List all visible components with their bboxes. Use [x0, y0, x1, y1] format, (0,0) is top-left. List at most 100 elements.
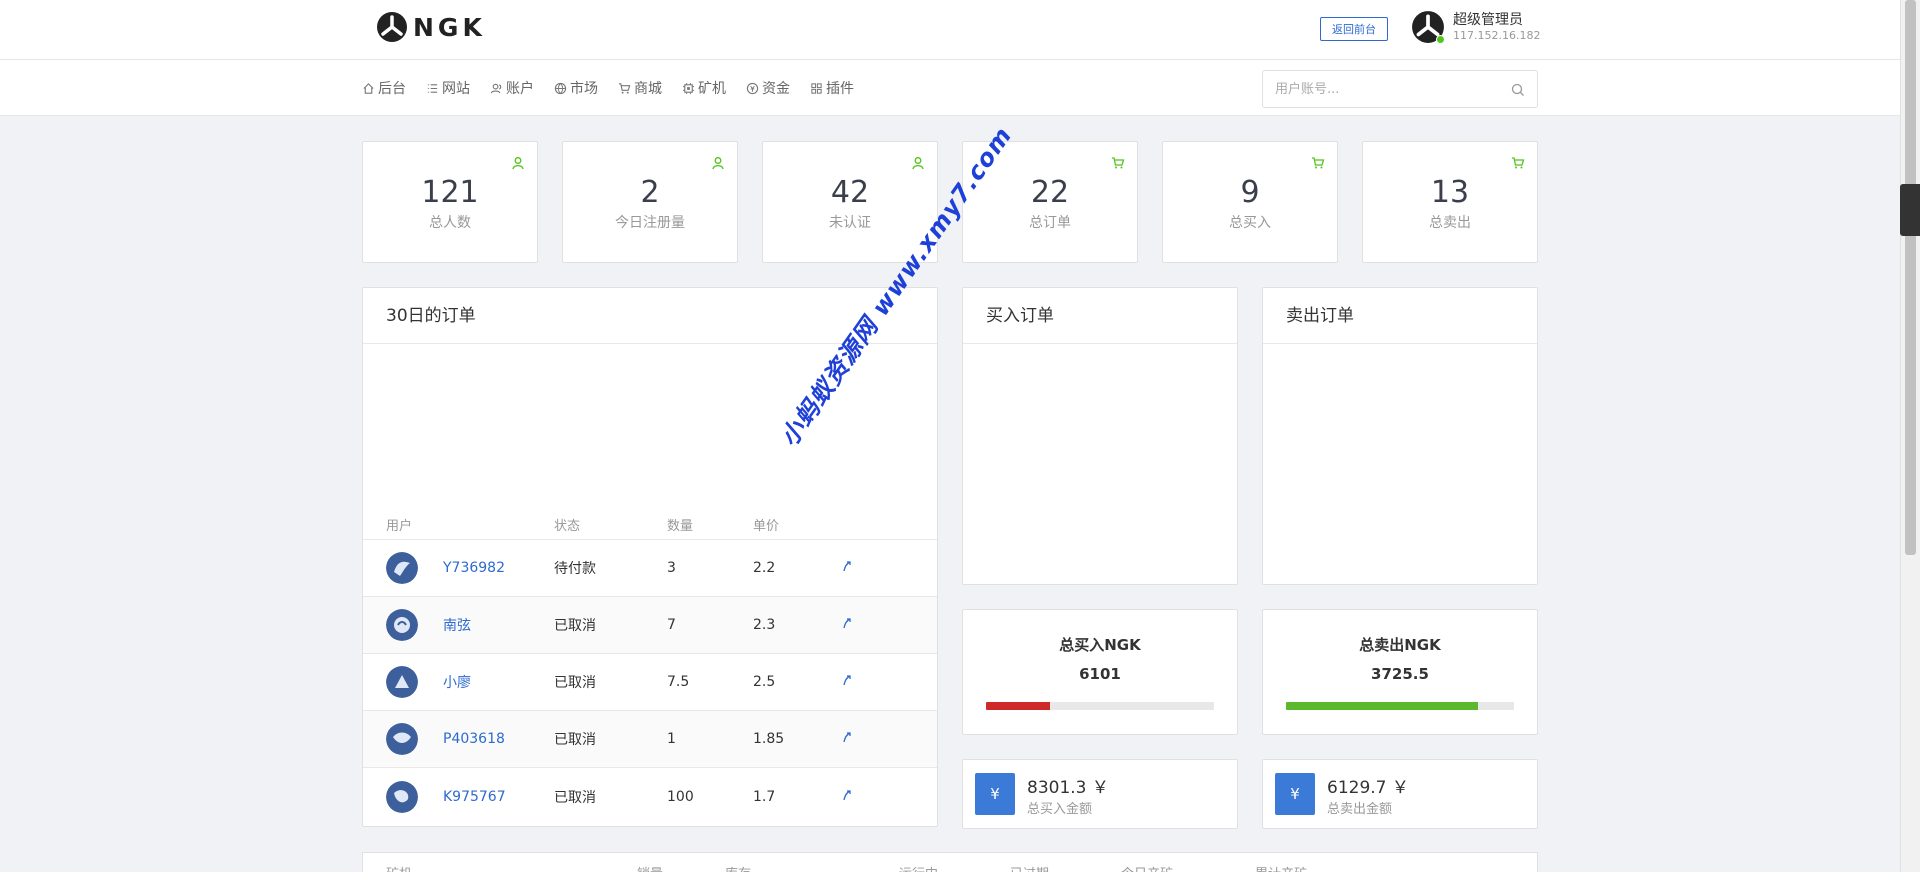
total-buy-ngk-box: 总买入NGK 6101 [962, 609, 1238, 735]
row-price: 2.5 [753, 674, 776, 690]
stat-label: 总人数 [429, 215, 471, 231]
total-buy-amount-box: ¥ 8301.3 ￥ 总买入金额 [962, 759, 1238, 829]
cart-icon [1512, 157, 1525, 169]
row-user-link[interactable]: P403618 [443, 731, 505, 747]
open-arrow-icon[interactable] [840, 673, 854, 687]
nav-label: 插件 [826, 81, 854, 97]
column-header: 已过期 [1010, 863, 1049, 872]
back-to-frontend-button[interactable]: 返回前台 [1320, 17, 1388, 41]
table-row: 小廖 已取消 7.5 2.5 [363, 654, 937, 711]
search-input[interactable] [1275, 81, 1505, 97]
table-row: P403618 已取消 1 1.85 [363, 711, 937, 768]
stat-total-sell[interactable]: 13 总卖出 [1362, 141, 1538, 263]
side-widget-tab[interactable] [1900, 184, 1920, 236]
cart-icon [1112, 157, 1125, 169]
yuan-icon: ¥ [975, 773, 1015, 815]
stat-total-buy[interactable]: 9 总买入 [1162, 141, 1338, 263]
top-header: NGK 返回前台 超级管理员 117.152.16.182 [0, 0, 1900, 60]
nav-item-dashboard[interactable]: 后台 [362, 78, 406, 98]
nav-item-website[interactable]: 网站 [426, 78, 470, 98]
row-user-link[interactable]: 小廖 [443, 672, 471, 692]
row-quantity: 7.5 [667, 674, 690, 690]
row-price: 1.7 [753, 788, 776, 805]
row-quantity: 7 [667, 617, 676, 633]
row-user-link[interactable]: K975767 [443, 789, 506, 805]
miners-table: 矿机 销量 库存 运行中 已过期 今日产矿 累计产矿 [362, 852, 1538, 872]
total-value: 3725.5 [1371, 665, 1429, 683]
nav-item-miner[interactable]: 矿机 [682, 78, 726, 98]
total-title: 总卖出NGK [1359, 636, 1441, 654]
row-status: 已取消 [554, 675, 596, 691]
user-ip: 117.152.16.182 [1453, 29, 1541, 42]
column-header: 矿机 [386, 863, 412, 872]
nav-item-plugins[interactable]: 插件 [810, 78, 854, 98]
open-arrow-icon[interactable] [840, 559, 854, 573]
column-header: 今日产矿 [1121, 863, 1173, 872]
chip-icon [682, 82, 695, 94]
page-scrollbar[interactable] [1900, 0, 1920, 872]
sell-orders-panel: 卖出订单 [1262, 287, 1538, 585]
nav-item-account[interactable]: 账户 [490, 78, 534, 98]
stat-value: 2 [640, 175, 660, 210]
money-value: 8301.3 ￥ [1027, 778, 1109, 798]
row-quantity: 100 [667, 788, 694, 805]
avatar [386, 552, 418, 584]
cart-icon [1312, 157, 1325, 169]
nav-label: 市场 [570, 81, 598, 97]
globe-icon [554, 82, 567, 94]
row-status: 待付款 [554, 561, 596, 577]
stat-value: 9 [1240, 175, 1260, 210]
online-status-dot [1436, 35, 1445, 44]
total-sell-ngk-box: 总卖出NGK 3725.5 [1262, 609, 1538, 735]
logo[interactable]: NGK [376, 11, 486, 43]
row-quantity: 3 [667, 560, 676, 576]
nav-label: 后台 [378, 81, 406, 97]
column-header: 运行中 [899, 863, 938, 872]
avatar [1411, 10, 1445, 44]
column-header: 累计产矿 [1255, 863, 1307, 872]
row-status: 已取消 [554, 732, 596, 748]
stat-label: 总买入 [1229, 215, 1271, 231]
column-header: 状态 [554, 519, 581, 534]
row-price: 2.3 [753, 617, 776, 633]
user-icon [912, 157, 924, 170]
column-header: 单价 [753, 519, 780, 534]
nav-label: 资金 [762, 81, 790, 97]
row-user-link[interactable]: 南弦 [443, 615, 471, 635]
row-price: 2.2 [753, 560, 776, 576]
row-status: 已取消 [554, 789, 596, 806]
nav-item-funds[interactable]: 资金 [746, 78, 790, 98]
table-row: 南弦 已取消 7 2.3 [363, 597, 937, 654]
progress-bar [986, 702, 1214, 710]
user-profile[interactable]: 超级管理员 117.152.16.182 [1411, 10, 1540, 44]
column-header: 用户 [386, 519, 413, 534]
list-icon [427, 83, 438, 93]
stat-label: 今日注册量 [615, 215, 685, 231]
user-icon [512, 157, 524, 170]
total-sell-amount-box: ¥ 6129.7 ￥ 总卖出金额 [1262, 759, 1538, 829]
user-search-box [1262, 70, 1538, 108]
table-header: 用户 状态 数量 单价 [363, 510, 937, 540]
table-row: K975767 已取消 100 1.7 [363, 768, 937, 825]
progress-fill [1286, 702, 1478, 710]
row-user-link[interactable]: Y736982 [443, 560, 505, 576]
open-arrow-icon[interactable] [840, 616, 854, 630]
grid-icon [811, 82, 822, 94]
scrollbar-thumb[interactable] [1905, 0, 1916, 555]
stat-total-users[interactable]: 121 总人数 [362, 141, 538, 263]
row-price: 1.85 [753, 731, 785, 747]
column-header: 销量 [637, 863, 663, 872]
nav-item-shop[interactable]: 商城 [618, 78, 662, 98]
stat-value: 13 [1430, 175, 1470, 210]
user-icon [712, 157, 724, 170]
stat-value: 42 [830, 175, 870, 210]
progress-bar [1286, 702, 1514, 710]
open-arrow-icon[interactable] [840, 730, 854, 744]
row-status: 已取消 [554, 618, 596, 634]
search-icon[interactable] [1511, 83, 1525, 97]
users-icon [490, 83, 502, 93]
column-header: 数量 [667, 519, 694, 534]
open-arrow-icon[interactable] [840, 788, 854, 802]
stat-today-registrations[interactable]: 2 今日注册量 [562, 141, 738, 263]
nav-item-market[interactable]: 市场 [554, 78, 598, 98]
